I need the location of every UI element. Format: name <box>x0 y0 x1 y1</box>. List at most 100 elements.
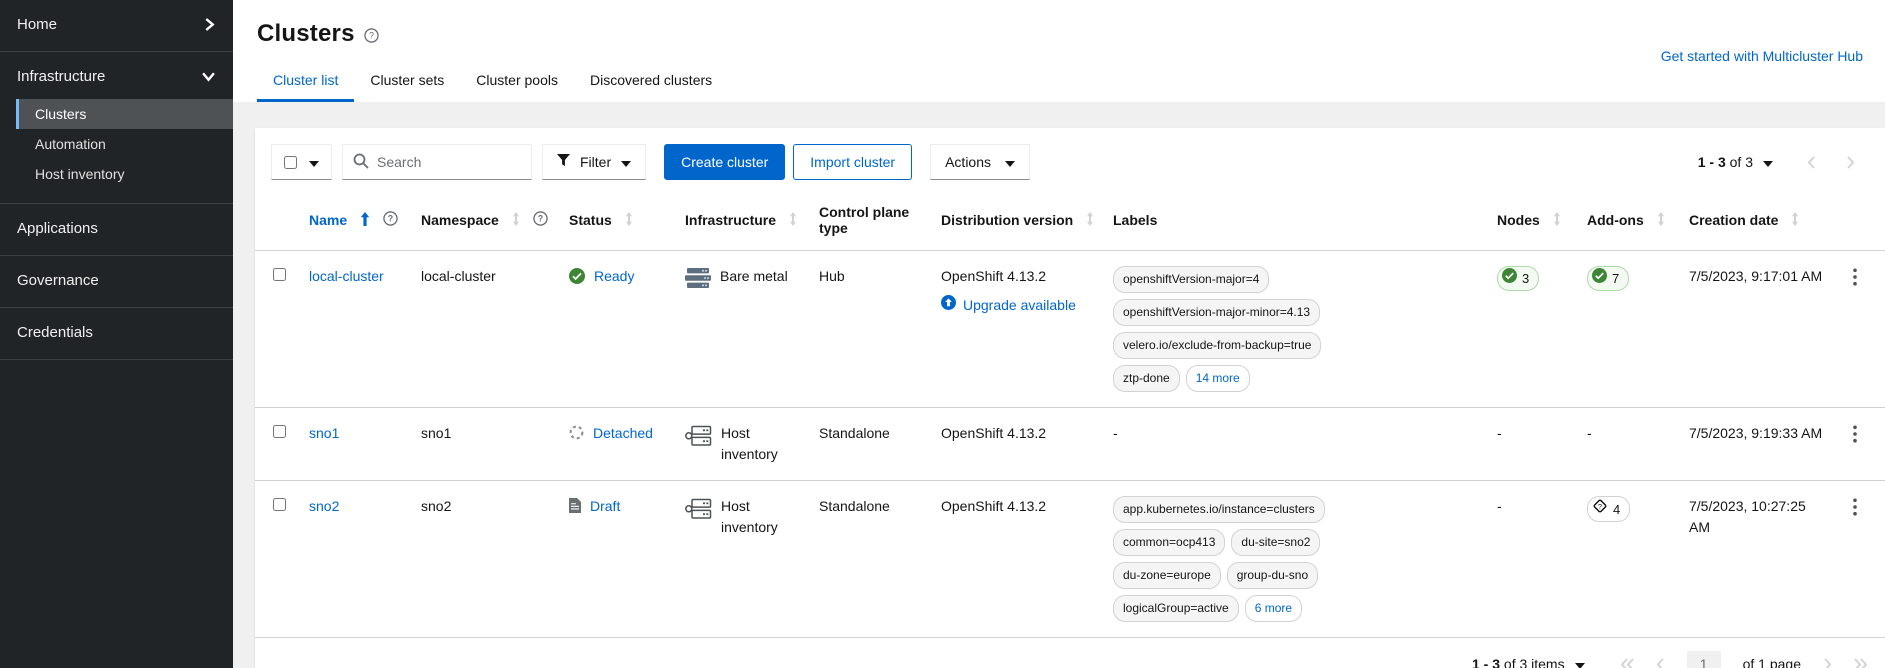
next-page-button[interactable] <box>1846 155 1855 169</box>
prev-page-button[interactable] <box>1807 155 1816 169</box>
help-icon[interactable]: ? <box>363 28 379 43</box>
last-page-button[interactable] <box>1854 657 1867 668</box>
kebab-menu-button[interactable] <box>1847 496 1863 521</box>
creation-date-cell: 7/5/2023, 10:27:25 AM <box>1689 498 1806 535</box>
count-badge[interactable]: ? 4 <box>1587 496 1631 522</box>
actions-dropdown[interactable]: Actions <box>930 144 1031 180</box>
actions-column-header <box>1833 196 1885 251</box>
infrastructure-label: Host inventory <box>721 425 778 462</box>
labels-more-link[interactable]: 6 more <box>1244 595 1303 622</box>
sidebar-item-automation[interactable]: Automation <box>16 129 233 159</box>
infrastructure-label: Bare metal <box>720 268 788 284</box>
status-link[interactable]: Detached <box>593 423 653 444</box>
upgrade-available-link[interactable]: Upgrade available <box>963 295 1076 316</box>
addons-cell: 7 <box>1579 251 1681 408</box>
import-cluster-button[interactable]: Import cluster <box>793 144 913 180</box>
sort-icon[interactable] <box>1553 211 1561 229</box>
search-input[interactable] <box>377 154 521 170</box>
subnav: Clusters Automation Host inventory <box>16 99 233 189</box>
sort-icon[interactable] <box>1086 211 1094 229</box>
sort-icon[interactable] <box>789 211 797 229</box>
cluster-name-link[interactable]: local-cluster <box>309 268 384 284</box>
namespace-cell: sno1 <box>421 425 452 441</box>
label-chip[interactable]: ztp-done <box>1113 365 1180 392</box>
chevron-down-icon <box>202 71 215 82</box>
sidebar-item-credentials[interactable]: Credentials <box>0 310 233 355</box>
filter-dropdown[interactable]: Filter <box>542 144 647 180</box>
label-chip[interactable]: du-zone=europe <box>1113 562 1221 589</box>
actions-label: Actions <box>945 154 992 170</box>
bulk-select-checkbox[interactable] <box>284 155 297 169</box>
sort-icon[interactable] <box>1657 211 1665 229</box>
creation-date-cell: 7/5/2023, 9:17:01 AM <box>1689 268 1823 284</box>
cluster-name-link[interactable]: sno1 <box>309 425 339 441</box>
tab-cluster-list[interactable]: Cluster list <box>257 63 355 102</box>
count-badge[interactable]: 3 <box>1497 266 1540 291</box>
items-per-page-dropdown[interactable]: 1 - 3 of 3 items <box>1472 656 1585 668</box>
chevron-down-icon <box>1574 656 1585 668</box>
labels-cell: app.kubernetes.io/instance=clusters commo… <box>1105 481 1489 638</box>
column-header: Namespace? <box>413 196 561 251</box>
column-header: Name? <box>301 196 413 251</box>
label-chip[interactable]: velero.io/exclude-from-backup=true <box>1113 332 1322 359</box>
host-inventory-icon <box>685 498 712 520</box>
status-link[interactable]: Ready <box>594 266 634 287</box>
sort-icon[interactable] <box>625 211 633 229</box>
sidebar: Home Infrastructure Clusters Automation Host… <box>0 0 233 668</box>
labels-more-link[interactable]: 14 more <box>1185 365 1250 392</box>
sidebar-item-clusters[interactable]: Clusters <box>16 99 233 129</box>
next-page-button[interactable] <box>1823 657 1832 668</box>
column-help-icon[interactable]: ? <box>383 211 398 229</box>
table-row: local-cluster local-cluster Ready Bare meta… <box>255 251 1885 408</box>
row-checkbox[interactable] <box>273 268 286 281</box>
kebab-menu-button[interactable] <box>1847 266 1863 291</box>
kebab-menu-button[interactable] <box>1847 423 1863 448</box>
label-chip[interactable]: openshiftVersion-major-minor=4.13 <box>1113 299 1321 326</box>
sidebar-item-governance[interactable]: Governance <box>0 258 233 303</box>
tab-cluster-pools[interactable]: Cluster pools <box>460 63 574 102</box>
column-help-icon[interactable]: ? <box>533 211 548 229</box>
page-of-label: of 1 page <box>1742 656 1801 668</box>
row-checkbox[interactable] <box>273 425 286 438</box>
distribution-cell: OpenShift 4.13.2 Upgrade available <box>933 251 1105 408</box>
sidebar-item-host-inventory[interactable]: Host inventory <box>16 159 233 189</box>
label-chip[interactable]: group-du-sno <box>1226 562 1319 589</box>
chevron-down-icon <box>309 154 319 170</box>
label-chip[interactable]: common=ocp413 <box>1113 529 1226 556</box>
sidebar-item-home[interactable]: Home <box>0 2 233 47</box>
cluster-name-link[interactable]: sno2 <box>309 498 339 514</box>
sort-icon[interactable] <box>1791 211 1799 229</box>
distribution-cell: OpenShift 4.13.2 <box>941 425 1047 441</box>
sort-ascending-icon[interactable] <box>360 211 370 229</box>
create-cluster-button[interactable]: Create cluster <box>664 144 786 180</box>
count-badge[interactable]: 7 <box>1587 266 1630 291</box>
label-chip[interactable]: logicalGroup=active <box>1113 595 1239 622</box>
page-header: Clusters ? Get started with Multicluster… <box>233 0 1885 102</box>
tab-discovered-clusters[interactable]: Discovered clusters <box>574 63 728 102</box>
per-page-dropdown[interactable]: 1 - 3 of 3 <box>1698 154 1773 170</box>
bulk-select-dropdown[interactable] <box>271 144 332 180</box>
table-row: sno2 sno2 Draft Host inventory Standalone Ope… <box>255 481 1885 638</box>
first-page-button[interactable] <box>1620 657 1634 668</box>
row-checkbox[interactable] <box>273 498 286 511</box>
label-chip[interactable]: du-site=sno2 <box>1231 529 1321 556</box>
nodes-cell: - <box>1497 425 1502 441</box>
tab-cluster-sets[interactable]: Cluster sets <box>354 63 460 102</box>
label-chip[interactable]: app.kubernetes.io/instance=clusters <box>1113 496 1325 523</box>
sidebar-item-applications[interactable]: Applications <box>0 206 233 251</box>
sort-icon[interactable] <box>512 211 520 229</box>
page-number-input[interactable]: 1 <box>1686 651 1721 668</box>
filter-icon <box>557 154 570 170</box>
infrastructure-label: Host inventory <box>721 498 778 535</box>
status-ready-icon <box>569 268 585 284</box>
chevron-down-icon <box>1763 154 1773 170</box>
label-chip[interactable]: openshiftVersion-major=4 <box>1113 266 1270 293</box>
clusters-table: Name? Namespace? Status Infrastructure Contr… <box>255 196 1885 637</box>
sidebar-item-infrastructure[interactable]: Infrastructure <box>0 54 233 99</box>
status-link[interactable]: Draft <box>590 496 620 517</box>
page-title: Clusters <box>257 20 355 47</box>
status-detached-icon <box>569 425 584 440</box>
get-started-link[interactable]: Get started with Multicluster Hub <box>1661 48 1863 64</box>
unknown-icon: ? <box>1592 498 1608 520</box>
prev-page-button[interactable] <box>1656 657 1665 668</box>
